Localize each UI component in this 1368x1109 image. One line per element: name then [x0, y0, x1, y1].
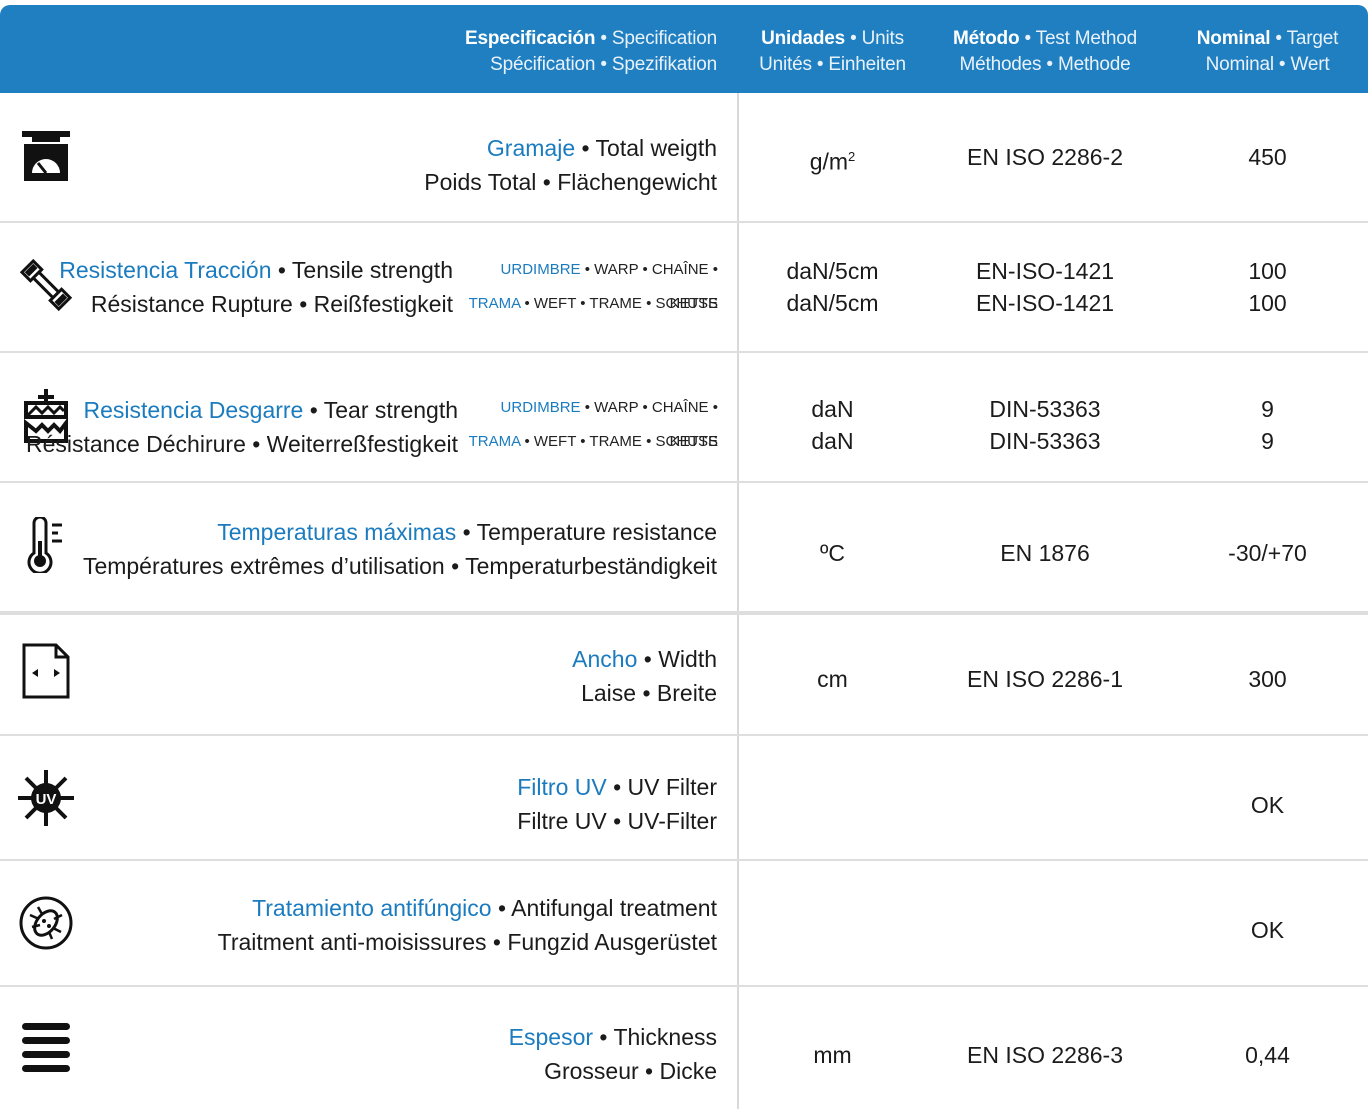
spec-title: Ancho • Width [572, 646, 717, 672]
nominal-value: -30/+70 [1228, 540, 1307, 566]
units-value: cm [817, 666, 848, 692]
method-value: EN ISO 2286-3 [967, 1042, 1123, 1068]
weft-label: TRAMA • WEFT • TRAME • SCHUSS [468, 433, 718, 450]
units-value: mm [813, 1042, 852, 1068]
uv-sun-icon: UV [18, 770, 74, 826]
spec-subtitle: Poids Total • Flächengewicht [424, 169, 717, 195]
units-value: daN/5cm daN/5cm [786, 258, 879, 316]
table-row: Tratamiento antifúngico • Antifungal tre… [0, 859, 1368, 987]
spec-subtitle: Résistance Rupture • Reißfestigkeit [90, 291, 453, 317]
spec-title: Resistencia Desgarre • Tear strength [83, 397, 458, 423]
thermometer-icon [18, 517, 74, 573]
spec-title: Resistencia Tracción • Tensile strength [59, 257, 453, 283]
header-spec: Especificación • Specification Spécifica… [464, 28, 717, 75]
units-value: ºC [819, 540, 845, 566]
nominal-value: 450 [1248, 144, 1287, 170]
nominal-value: OK [1250, 917, 1285, 943]
spec-subtitle: Filtre UV • UV-Filter [517, 808, 717, 834]
table-row: Temperaturas máximas • Temperature resis… [0, 481, 1368, 615]
spec-subtitle: Températures extrêmes d’utilisation • Te… [82, 553, 717, 579]
nominal-value: 300 [1248, 666, 1287, 692]
header-method: Método • Test Method Méthodes • Methode [953, 28, 1137, 75]
scale-icon [18, 127, 74, 183]
spec-subtitle: Laise • Breite [581, 680, 717, 706]
nominal-value: 0,44 [1245, 1042, 1290, 1068]
table-row: Gramaje • Total weigth Poids Total • Flä… [0, 93, 1368, 223]
spec-title: Filtro UV • UV Filter [517, 774, 717, 800]
table-header: Especificación • Specification Spécifica… [0, 5, 1368, 93]
units-value: g/m2 [809, 148, 856, 175]
spec-table: Especificación • Specification Spécifica… [0, 0, 1368, 1109]
spec-subtitle: Résistance Déchirure • Weiterreßfestigke… [25, 431, 458, 457]
thickness-layers-icon [18, 1019, 74, 1075]
svg-text:UV: UV [36, 791, 57, 808]
method-value: EN ISO 2286-2 [967, 144, 1123, 170]
method-value: EN ISO 2286-1 [967, 666, 1123, 692]
spec-title: Tratamiento antifúngico • Antifungal tre… [252, 895, 717, 921]
method-value: EN 1876 [1000, 540, 1090, 566]
units-value: daN daN [811, 396, 854, 454]
spec-title: Gramaje • Total weigth [486, 135, 717, 161]
fungus-icon [18, 895, 74, 951]
width-icon [18, 643, 74, 699]
header-units: Unidades • Units Unités • Einheiten [759, 28, 906, 75]
weft-label: TRAMA • WEFT • TRAME • SCHUSS [468, 295, 718, 312]
table-row: UV Filtro UV • UV Filter Filtre UV • UV-… [0, 734, 1368, 861]
table-row: Ancho • Width Laise • Breite cm EN ISO 2… [0, 611, 1368, 736]
spec-subtitle: Traitment anti-moisissures • Fungzid Aus… [217, 929, 717, 955]
spec-title: Espesor • Thickness [508, 1024, 717, 1050]
nominal-value: OK [1250, 792, 1285, 818]
table-row: Resistencia Desgarre • Tear strength Rés… [0, 351, 1368, 483]
spec-subtitle: Grosseur • Dicke [544, 1058, 717, 1084]
header-nominal: Nominal • Target Nominal • Wert [1196, 28, 1339, 75]
method-value: DIN-53363 DIN-53363 [989, 396, 1101, 454]
nominal-value: 99 [1261, 396, 1274, 454]
method-value: EN-ISO-1421 EN-ISO-1421 [975, 258, 1115, 316]
nominal-value: 100 100 [1248, 258, 1287, 316]
spec-title: Temperaturas máximas • Temperature resis… [217, 519, 717, 545]
table-row: Resistencia Tracción • Tensile strength … [0, 221, 1368, 353]
table-row: Espesor • Thickness Grosseur • Dicke mm … [0, 985, 1368, 1109]
